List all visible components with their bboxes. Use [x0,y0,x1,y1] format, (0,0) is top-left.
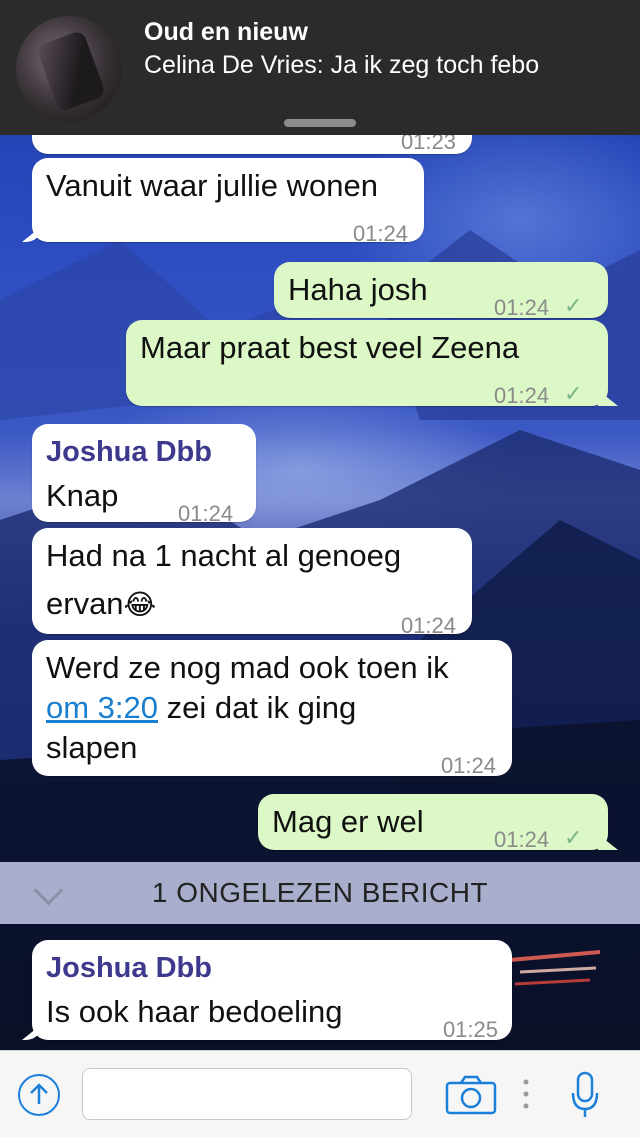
camera-icon[interactable] [445,1075,497,1115]
message-time: 01:24 [494,827,550,852]
message-text: Haha josh [288,272,428,307]
message-bubble-incoming[interactable]: Vanuit waar jullie wonen 01:24 [32,158,424,246]
message-text: Werd ze nog mad ook toen ik [46,650,449,685]
sender-name[interactable]: Joshua Dbb [46,432,212,472]
message-bubble-outgoing[interactable]: Mag er wel 01:24 ✓ [258,794,608,852]
message-text-input[interactable] [82,1068,412,1120]
message-text-line: om 3:20 zei dat ik ging [46,688,356,728]
message-bubble-incoming[interactable]: Joshua Dbb Knap 01:24 [32,424,256,526]
more-dots-icon[interactable] [521,1077,531,1111]
message-text: Had na 1 nacht al genoeg [46,538,402,573]
time-link[interactable]: om 3:20 [46,690,158,725]
message-text: Mag er wel [272,804,424,839]
message-bubble-outgoing[interactable]: Maar praat best veel Zeena 01:24 ✓ [126,320,608,408]
upload-icon[interactable] [18,1074,60,1116]
message-text-line: ervan😂 [46,584,156,625]
message-bubble-incoming[interactable]: Werd ze nog mad ook toen ik om 3:20 zei … [32,640,512,778]
message-text: Vanuit waar jullie wonen [46,168,379,203]
message-time: 01:24 [440,753,496,778]
message-time: 01:25 [442,1017,498,1042]
message-text: Is ook haar bedoeling [46,994,343,1029]
notification-banner[interactable]: Oud en nieuw Celina De Vries: Ja ik zeg … [0,0,640,135]
message-text: Maar praat best veel Zeena [140,330,520,365]
group-avatar [16,16,122,122]
message-bubble-incoming[interactable]: Had na 1 nacht al genoeg ervan😂 01:24 [32,528,472,638]
read-check-icon: ✓ [564,381,583,406]
notification-drag-handle[interactable] [284,119,356,127]
notification-body: Celina De Vries: Ja ik zeg toch febo [144,51,540,79]
sender-name[interactable]: Joshua Dbb [46,948,212,988]
message-text: slapen [46,730,138,765]
message-text: Knap [46,478,119,513]
message-bubble-outgoing[interactable]: Haha josh 01:24 ✓ [274,262,608,320]
message-bubble-incoming[interactable]: Joshua Dbb Is ook haar bedoeling 01:25 [32,940,512,1042]
message-text: zei dat ik ging [158,690,357,725]
message-input-bar [0,1050,640,1137]
message-time: 01:24 [494,383,550,408]
read-check-icon: ✓ [564,825,583,850]
tears-of-joy-emoji-icon: 😂 [123,589,157,620]
message-text: ervan [46,586,124,621]
unread-messages-divider: 1 ONGELEZEN BERICHT [0,862,640,924]
unread-label: 1 ONGELEZEN BERICHT [151,877,489,908]
microphone-icon[interactable] [570,1071,600,1121]
notification-title: Oud en nieuw [144,18,308,46]
message-time: 01:24 [352,221,408,246]
